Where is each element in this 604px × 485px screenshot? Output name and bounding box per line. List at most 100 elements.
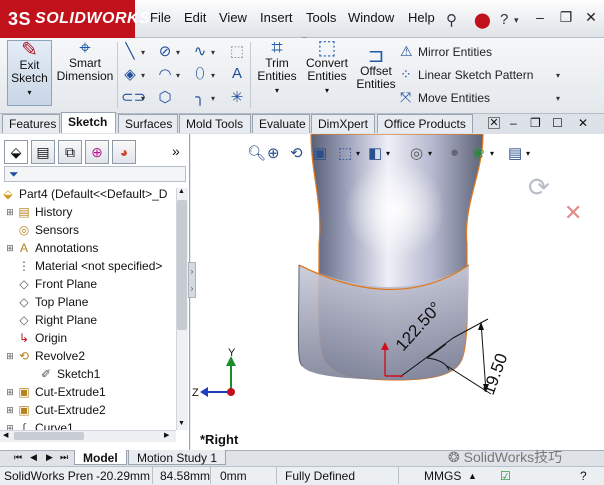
tree-item[interactable]: ⋮ Material <not specified>: [4, 257, 162, 275]
tab-dimxpert[interactable]: DimXpert: [311, 114, 375, 133]
offset-entities-button[interactable]: ⊐ Offset Entities: [354, 46, 398, 100]
rectangle-tool-icon[interactable]: ◈: [121, 65, 139, 83]
tree-item[interactable]: ◇ Top Plane: [4, 293, 88, 311]
pin-icon[interactable]: ⚲: [446, 11, 457, 29]
slot-tool-icon[interactable]: ⊂⊃: [121, 88, 146, 106]
linear-sketch-pattern-button[interactable]: ⁘ Linear Sketch Pattern: [400, 66, 533, 83]
menu-insert[interactable]: Insert: [260, 10, 293, 25]
menu-edit[interactable]: Edit: [184, 10, 206, 25]
display-manager-tab-icon[interactable]: ◕: [112, 140, 136, 164]
arc-dropdown-icon[interactable]: ▾: [176, 71, 180, 80]
ellipse-tool-icon[interactable]: ⬯: [191, 65, 209, 82]
restore-button[interactable]: ❐: [556, 9, 576, 27]
help-icon[interactable]: ?: [500, 11, 508, 28]
tab-model[interactable]: Model: [74, 450, 127, 465]
viewport-close-x-icon[interactable]: ✕: [578, 116, 588, 130]
traffic-light-icon[interactable]: ⬤: [474, 11, 491, 29]
mirror-entities-button[interactable]: ⚠ Mirror Entities: [400, 43, 492, 60]
tree-item[interactable]: ◇ Front Plane: [4, 275, 97, 293]
zoom-to-fit-icon[interactable]: 🔍︎: [247, 144, 266, 162]
menu-help[interactable]: Help: [408, 10, 435, 25]
section-view-icon[interactable]: ▣: [313, 144, 327, 162]
hide-show-dropdown-icon[interactable]: ▾: [428, 149, 432, 158]
panel-expand-icon[interactable]: »: [172, 143, 180, 159]
panel-splitter-handle[interactable]: › ›: [188, 262, 196, 298]
fillet-dropdown-icon[interactable]: ▾: [211, 94, 215, 103]
expand-toggle-icon[interactable]: ⊞: [4, 351, 16, 362]
solidworks-logo[interactable]: 3S SOLIDWORKS: [0, 0, 150, 38]
expand-toggle-icon[interactable]: ⊞: [4, 387, 16, 398]
tree-item[interactable]: ✐ Sketch1: [26, 365, 100, 383]
exit-sketch-button[interactable]: ✎ Exit Sketch ▾: [7, 40, 52, 106]
view-settings-icon[interactable]: ▤: [508, 144, 522, 162]
confirmation-cancel-icon[interactable]: ✕: [564, 200, 582, 226]
tree-root[interactable]: ⬙ Part4 (Default<<Default>_D: [0, 185, 167, 203]
confirmation-ok-icon[interactable]: ⟳: [528, 172, 550, 203]
convert-entities-button[interactable]: ⬚ Convert Entities ▾: [302, 38, 352, 102]
scroll-down-icon[interactable]: ▼: [178, 420, 185, 427]
status-unit-system[interactable]: MMGS: [424, 469, 461, 483]
scroll-right-icon[interactable]: ▶: [164, 431, 169, 439]
help-status-icon[interactable]: ?: [580, 469, 587, 483]
display-style-dropdown-icon[interactable]: ▾: [386, 149, 390, 158]
apply-scene-dropdown-icon[interactable]: ▾: [490, 149, 494, 158]
expand-toggle-icon[interactable]: ⊞: [4, 243, 16, 254]
tab-scroll-first-icon[interactable]: ⏮: [14, 452, 22, 463]
tab-office-products[interactable]: Office Products: [377, 114, 473, 133]
expand-toggle-icon[interactable]: ⊞: [4, 207, 16, 218]
feature-manager-tab-icon[interactable]: ⬙: [4, 140, 28, 164]
slot-dropdown-icon[interactable]: ▾: [141, 94, 145, 103]
tree-item[interactable]: ⊞ ▣ Cut-Extrude2: [4, 401, 105, 419]
edit-appearance-icon[interactable]: ●: [450, 144, 459, 161]
rectangle-dropdown-icon[interactable]: ▾: [141, 71, 145, 80]
tab-scroll-last-icon[interactable]: ⏭: [60, 452, 68, 463]
move-entities-button[interactable]: ⤧ Move Entities: [400, 89, 490, 106]
menu-window[interactable]: Window: [348, 10, 394, 25]
spline-tool-icon[interactable]: ∿: [191, 42, 209, 60]
tab-evaluate[interactable]: Evaluate: [252, 114, 310, 133]
filter-bar[interactable]: ⏷: [4, 166, 186, 182]
rebuild-status-icon[interactable]: ☑: [500, 469, 511, 483]
help-dropdown-icon[interactable]: ▾: [514, 15, 519, 26]
tab-scroll-next-icon[interactable]: ▶: [46, 452, 53, 463]
circle-dropdown-icon[interactable]: ▾: [176, 48, 180, 57]
view-settings-dropdown-icon[interactable]: ▾: [526, 149, 530, 158]
display-style-icon[interactable]: ◧: [368, 144, 382, 162]
menu-tools[interactable]: Tools: [306, 10, 336, 25]
expand-toggle-icon[interactable]: ⊞: [4, 405, 16, 416]
trim-dropdown-icon[interactable]: ▾: [275, 86, 279, 95]
fillet-tool-icon[interactable]: ╮: [191, 88, 209, 106]
tab-mold-tools[interactable]: Mold Tools: [179, 114, 251, 133]
tree-item[interactable]: ⊞ A Annotations: [4, 239, 98, 257]
menu-file[interactable]: File: [150, 10, 171, 25]
tab-scroll-prev-icon[interactable]: ◀: [30, 452, 37, 463]
linear-pattern-dropdown-icon[interactable]: ▾: [556, 71, 560, 80]
configuration-manager-tab-icon[interactable]: ⧉: [58, 140, 82, 164]
exit-sketch-dropdown-icon[interactable]: ▾: [27, 88, 31, 97]
trim-entities-button[interactable]: ⌗ Trim Entities ▾: [254, 38, 300, 102]
scroll-left-icon[interactable]: ◀: [3, 431, 8, 439]
property-manager-tab-icon[interactable]: ▤: [31, 140, 55, 164]
tree-item[interactable]: ⊞ ▤ History: [4, 203, 72, 221]
bottle-model[interactable]: [297, 134, 484, 381]
units-dropdown-icon[interactable]: ▲: [468, 471, 477, 481]
apply-scene-icon[interactable]: ❀: [472, 144, 485, 162]
hide-show-items-icon[interactable]: ◎: [410, 144, 423, 162]
tree-vertical-scroll-thumb[interactable]: [177, 200, 187, 330]
viewport-maximize-icon[interactable]: ☐: [552, 116, 563, 130]
minimize-button[interactable]: –: [530, 9, 550, 27]
tab-motion-study-1[interactable]: Motion Study 1: [128, 450, 227, 465]
view-orientation-dropdown-icon[interactable]: ▾: [356, 149, 360, 158]
tree-item[interactable]: ◇ Right Plane: [4, 311, 97, 329]
polygon-tool-icon[interactable]: ⬡: [156, 88, 174, 106]
menu-view[interactable]: View: [219, 10, 247, 25]
dimxpert-manager-tab-icon[interactable]: ⊕: [85, 140, 109, 164]
zoom-to-area-icon[interactable]: ⊕: [267, 144, 280, 162]
move-dropdown-icon[interactable]: ▾: [556, 94, 560, 103]
line-dropdown-icon[interactable]: ▾: [141, 48, 145, 57]
arc-tool-icon[interactable]: ◠: [156, 65, 174, 83]
tree-item[interactable]: ⊞ ⟲ Revolve2: [4, 347, 85, 365]
spline-dropdown-icon[interactable]: ▾: [211, 48, 215, 57]
text-tool-icon[interactable]: A: [228, 65, 246, 82]
view-orientation-icon[interactable]: ⬚: [338, 144, 352, 162]
